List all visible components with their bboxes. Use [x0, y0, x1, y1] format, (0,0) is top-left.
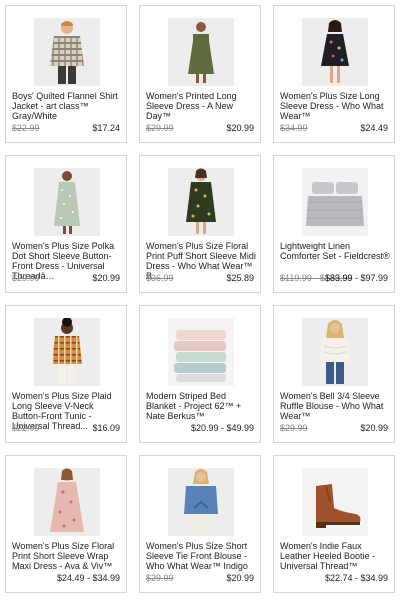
price-row: $20.99 - $49.99	[146, 423, 254, 433]
product-card[interactable]: Women's Printed Long Sleeve Dress - A Ne…	[139, 5, 261, 143]
product-card[interactable]: Lightweight Linen Comforter Set - Fieldc…	[273, 155, 395, 293]
product-grid: Boys' Quilted Flannel Shirt Jacket - art…	[5, 5, 395, 593]
price-row: $22.74 - $34.99	[280, 573, 388, 583]
sale-price: $20.99	[226, 573, 254, 583]
sale-price: $20.99	[360, 423, 388, 433]
product-card[interactable]: Women's Plus Size Plaid Long Sleeve V-Ne…	[5, 305, 127, 443]
denim-blouse-image[interactable]	[168, 468, 234, 536]
product-card[interactable]: Women's Bell 3/4 Sleeve Ruffle Blouse - …	[273, 305, 395, 443]
product-card[interactable]: Women's Plus Size Long Sleeve Dress - Wh…	[273, 5, 395, 143]
product-title[interactable]: Women's Printed Long Sleeve Dress - A Ne…	[146, 91, 256, 121]
original-price: $22.99	[12, 423, 40, 433]
price-row: $22.99 $16.09	[12, 423, 120, 433]
product-title[interactable]: Women's Plus Size Short Sleeve Tie Front…	[146, 541, 256, 571]
product-card[interactable]: Women's Indie Faux Leather Heeled Bootie…	[273, 455, 395, 593]
product-card[interactable]: Women's Plus Size Short Sleeve Tie Front…	[139, 455, 261, 593]
olive-dress-image[interactable]	[168, 18, 234, 86]
product-title[interactable]: Women's Plus Size Floral Print Short Sle…	[12, 541, 122, 571]
product-card[interactable]: Boys' Quilted Flannel Shirt Jacket - art…	[5, 5, 127, 143]
product-title[interactable]: Women's Plus Size Long Sleeve Dress - Wh…	[280, 91, 390, 121]
product-title[interactable]: Modern Striped Bed Blanket - Project 62™…	[146, 391, 256, 421]
sale-price: $20.99 - $49.99	[190, 423, 254, 433]
polka-dress-image[interactable]	[34, 168, 100, 236]
price-row: $22.99 $17.24	[12, 123, 120, 133]
sale-price: $24.49 - $34.99	[56, 573, 120, 583]
product-title[interactable]: Lightweight Linen Comforter Set - Fieldc…	[280, 241, 390, 261]
original-price: $29.99	[12, 273, 40, 283]
price-row: $29.99 $20.99	[280, 423, 388, 433]
price-row: $36.99 $25.89	[146, 273, 254, 283]
bootie-image[interactable]	[302, 468, 368, 536]
sale-price: $20.99	[92, 273, 120, 283]
sale-price: $83.99 - $97.99	[324, 273, 388, 283]
product-card[interactable]: Women's Plus Size Floral Print Short Sle…	[5, 455, 127, 593]
price-row: $119.99 - $139.99 $83.99 - $97.99	[280, 273, 388, 283]
sale-price: $25.89	[226, 273, 254, 283]
maxi-dress-image[interactable]	[34, 468, 100, 536]
price-row: $29.99 $20.99	[146, 573, 254, 583]
original-price: $29.99	[146, 573, 174, 583]
blankets-image[interactable]	[168, 318, 234, 386]
sale-price: $17.24	[92, 123, 120, 133]
price-row: $29.99 $20.99	[146, 123, 254, 133]
product-title[interactable]: Women's Indie Faux Leather Heeled Bootie…	[280, 541, 390, 571]
product-card[interactable]: Modern Striped Bed Blanket - Project 62™…	[139, 305, 261, 443]
original-price: $34.99	[280, 123, 308, 133]
price-row: $34.99 $24.49	[280, 123, 388, 133]
sale-price: $16.09	[92, 423, 120, 433]
ruffle-blouse-image[interactable]	[302, 318, 368, 386]
original-price: $29.99	[146, 123, 174, 133]
product-card[interactable]: Women's Plus Size Floral Print Puff Shor…	[139, 155, 261, 293]
comforter-image[interactable]	[302, 168, 368, 236]
original-price: $22.99	[12, 123, 40, 133]
sale-price: $24.49	[360, 123, 388, 133]
product-title[interactable]: Women's Bell 3/4 Sleeve Ruffle Blouse - …	[280, 391, 390, 421]
floral-dress-image[interactable]	[302, 18, 368, 86]
flannel-jacket-image[interactable]	[34, 18, 100, 86]
midi-dress-image[interactable]	[168, 168, 234, 236]
original-price: $36.99	[146, 273, 174, 283]
original-price: $29.99	[280, 423, 308, 433]
price-row: $29.99 $20.99	[12, 273, 120, 283]
product-title[interactable]: Boys' Quilted Flannel Shirt Jacket - art…	[12, 91, 122, 121]
price-row: $24.49 - $34.99	[12, 573, 120, 583]
sale-price: $20.99	[226, 123, 254, 133]
sale-price: $22.74 - $34.99	[324, 573, 388, 583]
product-card[interactable]: Women's Plus Size Polka Dot Short Sleeve…	[5, 155, 127, 293]
plaid-tunic-image[interactable]	[34, 318, 100, 386]
